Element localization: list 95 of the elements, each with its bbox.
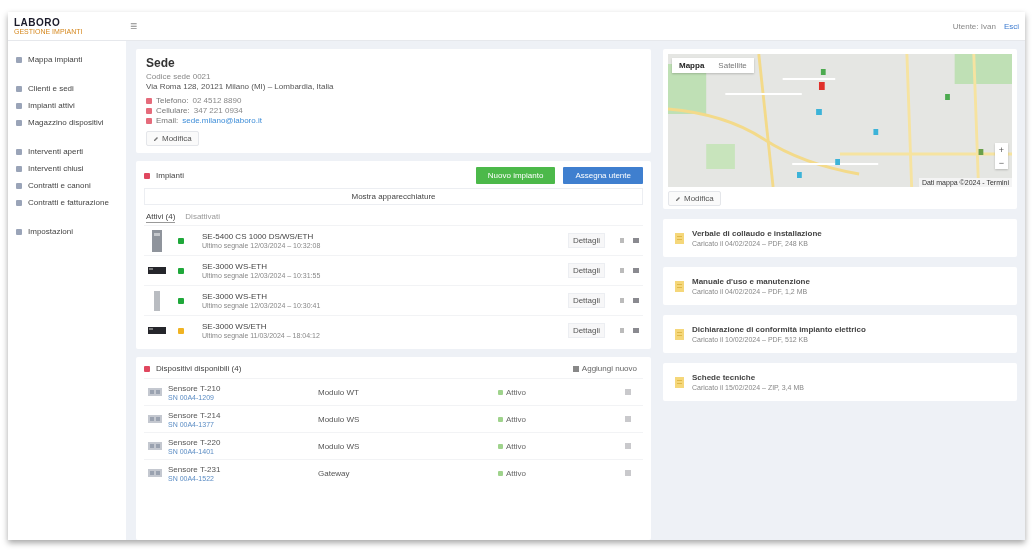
sidebar-item[interactable]: Contratti e fatturazione — [8, 194, 126, 211]
sensor-icon — [148, 415, 162, 423]
logo: LABORO — [14, 16, 62, 28]
document-icon — [675, 280, 684, 292]
status-icon — [498, 389, 503, 395]
document-title: Manuale d'uso e manutenzione — [692, 277, 810, 286]
rack-unit-icon — [148, 267, 166, 274]
document-icon — [619, 267, 625, 274]
device-name: SE-3000 WS/ETH — [202, 322, 268, 331]
sensor-icon — [148, 469, 162, 477]
sidebar-item[interactable]: Impianti attivi — [8, 97, 126, 114]
document-title: Schede tecniche — [692, 373, 757, 382]
device-name: SE-3000 WS-ETH — [202, 262, 268, 271]
sidebar-item[interactable]: Contratti e canoni — [8, 177, 126, 194]
pencil-icon — [675, 195, 681, 202]
tab[interactable]: Attivi (4) — [146, 211, 176, 223]
map-type-tab[interactable]: Mappa — [672, 58, 712, 73]
details-button[interactable]: Dettagli — [567, 233, 605, 248]
contact-label: Email: — [156, 116, 179, 125]
menu-button[interactable]: ≡ — [126, 19, 141, 33]
zoom-in-button[interactable]: + — [995, 143, 1008, 156]
section-title: Impianti — [156, 171, 184, 180]
device-status: Attivo — [506, 387, 526, 397]
action-icon — [625, 443, 631, 449]
pencil-icon — [153, 135, 159, 142]
document-title: Verbale di collaudo e installazione — [692, 229, 822, 238]
action-icon — [625, 470, 631, 476]
document-icon — [675, 232, 684, 244]
section-icon — [144, 365, 150, 372]
menu-item-icon — [16, 182, 22, 189]
section-icon — [144, 172, 150, 179]
edit-button[interactable]: Modifica — [668, 191, 721, 206]
sidebar-item[interactable]: Magazzino dispositivi — [8, 114, 126, 131]
sidebar-item[interactable]: Mappa impianti — [8, 51, 126, 68]
site-title: Sede — [146, 56, 176, 70]
site-address: Via Roma 128, 20121 Milano (MI) – Lombardia, Italia — [146, 82, 335, 91]
device-status: Attivo — [506, 468, 526, 478]
section-title: Dispositivi disponibili (4) — [156, 364, 242, 373]
device-status: Attivo — [506, 414, 526, 424]
menu-item-icon — [16, 85, 22, 92]
device-name: Sensore T-220 — [168, 437, 222, 447]
sidebar-item[interactable]: Interventi chiusi — [8, 160, 126, 177]
device-model: Modulo WS — [318, 414, 361, 424]
menu-item-icon — [16, 56, 22, 63]
contact-label: Telefono: — [156, 96, 189, 105]
tower-unit-icon — [152, 229, 162, 252]
sidebar-item[interactable]: Clienti e sedi — [8, 80, 126, 97]
device-model: Modulo WS — [318, 441, 361, 451]
map-type-tab[interactable]: Satellite — [711, 58, 754, 73]
document-icon — [675, 376, 684, 388]
device-status: Attivo — [506, 441, 526, 451]
menu-item-icon — [16, 199, 22, 206]
device-model: Gateway — [318, 468, 351, 478]
status-icon — [498, 416, 503, 422]
document-icon — [619, 327, 625, 334]
device-name: Sensore T-214 — [168, 410, 222, 420]
zoom-out-button[interactable]: − — [995, 156, 1008, 169]
details-button[interactable]: Dettagli — [567, 263, 605, 278]
sensor-icon — [148, 442, 162, 450]
menu-item-icon — [16, 119, 22, 126]
logout-link[interactable]: Esci — [1003, 21, 1019, 31]
add-new-button[interactable]: Aggiungi nuovo — [566, 363, 643, 374]
device-model: Modulo WT — [318, 387, 360, 397]
show-equipment-button[interactable]: Mostra apparecchiature — [144, 188, 643, 205]
user-name: Utente: Ivan — [952, 21, 996, 31]
menu-item-icon — [16, 165, 22, 172]
menu-item-icon — [16, 228, 22, 235]
sidebar-item[interactable]: Interventi aperti — [8, 143, 126, 160]
device-name: SE-3000 WS-ETH — [202, 292, 268, 301]
document-title: Dichiarazione di conformità impianto elettrico — [692, 325, 866, 334]
device-name: Sensore T-210 — [168, 383, 222, 393]
menu-item-icon — [16, 148, 22, 155]
contact-value: 347 221 0934 — [193, 106, 243, 115]
action-icon — [625, 389, 631, 395]
assign-button[interactable]: Assegna utente — [563, 167, 643, 184]
sidebar-item[interactable]: Impostazioni — [8, 223, 126, 240]
site-code: Codice sede 0021 — [146, 72, 212, 81]
document-icon — [619, 237, 625, 244]
device-name: Sensore T-231 — [168, 464, 222, 474]
details-button[interactable]: Dettagli — [567, 293, 605, 308]
contact-value: 02 4512 8890 — [192, 96, 242, 105]
contact-label: Cellulare: — [156, 106, 190, 115]
status-icon — [498, 443, 503, 449]
email-link[interactable]: sede.milano@laboro.it — [182, 116, 262, 125]
document-icon — [675, 328, 684, 340]
sensor-icon — [148, 388, 162, 396]
document-icon — [619, 297, 625, 304]
device-name: SE-5400 CS 1000 DS/WS/ETH — [202, 232, 315, 241]
details-button[interactable]: Dettagli — [567, 323, 605, 338]
status-icon — [498, 470, 503, 476]
menu-item-icon — [16, 102, 22, 109]
rack-unit-icon — [148, 327, 166, 334]
slim-unit-icon — [154, 290, 160, 311]
action-icon — [625, 416, 631, 422]
edit-button[interactable]: Modifica — [146, 131, 199, 146]
